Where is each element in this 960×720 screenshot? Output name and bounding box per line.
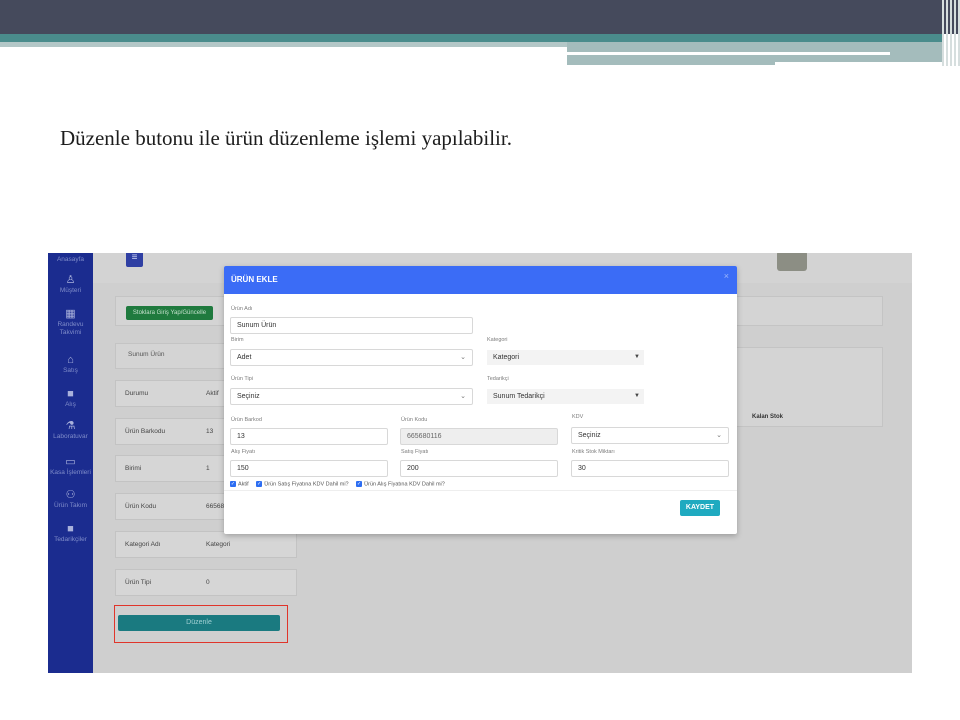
slide-header-band (0, 0, 960, 34)
info-card-urun-tipi: Ürün Tipi 0 (115, 569, 297, 596)
modal-title: ÜRÜN EKLE (231, 275, 278, 284)
product-name: Sunum Ürün (128, 351, 165, 358)
birim-label: Birim (231, 337, 244, 343)
slide-divider-line (567, 52, 890, 55)
basket-icon: ⌂ (67, 354, 74, 366)
sidebar-item-anasayfa[interactable]: Anasayfa (48, 256, 93, 264)
caret-down-icon: ▼ (634, 393, 640, 399)
stock-update-button[interactable]: Stoklara Giriş Yap/Güncelle (126, 306, 213, 320)
kdv-label: KDV (572, 414, 584, 420)
truck-icon: ■ (67, 523, 74, 535)
urun-adi-label: Ürün Adı (231, 306, 253, 312)
check-icon: ✓ (356, 481, 363, 487)
alis-kdv-checkbox[interactable]: ✓ Ürün Alış Fiyatına KDV Dahil mi? (356, 481, 445, 487)
avatar[interactable] (777, 253, 807, 271)
chevron-down-icon: ⌄ (460, 393, 466, 400)
close-icon[interactable]: × (724, 271, 729, 281)
urun-barkod-input[interactable]: 13 (230, 428, 388, 445)
tedarikci-select[interactable]: Sunum Tedarikçi ▼ (487, 389, 644, 404)
sidebar-item-satis[interactable]: ⌂ Satış (48, 354, 93, 375)
urun-tipi-label: Ürün Tipi (231, 376, 254, 382)
sidebar: Anasayfa ♙ Müşteri ▦ Randevu Takvimi ⌂ S… (48, 253, 93, 673)
cash-icon: ▭ (65, 456, 76, 468)
highlight-box (114, 605, 288, 643)
app-screenshot: Anasayfa ♙ Müşteri ▦ Randevu Takvimi ⌂ S… (48, 253, 912, 673)
sidebar-item-urun-takim[interactable]: ⚇ Ürün Takım (48, 489, 93, 510)
product-modal: ÜRÜN EKLE × Ürün Adı Sunum Ürün Birim Ad… (224, 266, 737, 534)
chevron-down-icon: ⌄ (460, 354, 466, 361)
urun-barkod-label: Ürün Barkod (231, 417, 262, 423)
slide-accent-bar (0, 34, 944, 42)
alis-fiyati-input[interactable]: 150 (230, 460, 388, 477)
chevron-down-icon: ⌄ (716, 432, 722, 439)
aktif-checkbox[interactable]: ✓ Aktif (230, 481, 249, 487)
check-icon: ✓ (230, 481, 236, 487)
slide-divider-line (775, 62, 944, 65)
urun-kodu-label: Ürün Kodu (401, 417, 428, 423)
truck-icon: ■ (67, 388, 74, 400)
kategori-select[interactable]: Kategori ▼ (487, 350, 644, 365)
birim-select[interactable]: Adet ⌄ (230, 349, 473, 366)
modal-divider (224, 490, 737, 491)
urun-tipi-select[interactable]: Seçiniz ⌄ (230, 388, 473, 405)
info-card-kategori: Kategori Adı Kategori (115, 531, 297, 558)
flask-icon: ⚗ (65, 420, 76, 432)
calendar-icon: ▦ (65, 308, 76, 320)
tedarikci-label: Tedarikçi (487, 376, 509, 382)
sidebar-item-alis[interactable]: ■ Alış (48, 388, 93, 409)
sidebar-item-kasa[interactable]: ▭ Kasa İşlemleri (48, 456, 93, 477)
slide-corner-stripes (930, 0, 960, 66)
user-icon: ♙ (65, 274, 76, 286)
save-button[interactable]: KAYDET (680, 500, 720, 516)
check-icon: ✓ (256, 481, 263, 487)
sidebar-item-randevu[interactable]: ▦ Randevu Takvimi (48, 308, 93, 337)
people-icon: ⚇ (65, 489, 76, 501)
satis-kdv-checkbox[interactable]: ✓ Ürün Satış Fiyatına KDV Dahil mi? (256, 481, 349, 487)
satis-fiyati-input[interactable]: 200 (400, 460, 558, 477)
sidebar-item-musteri[interactable]: ♙ Müşteri (48, 274, 93, 295)
kritik-stok-input[interactable]: 30 (571, 460, 729, 477)
kritik-stok-label: Kritik Stok Miktarı (572, 449, 615, 455)
kategori-label: Kategori (487, 337, 508, 343)
kdv-select[interactable]: Seçiniz ⌄ (571, 427, 729, 444)
hamburger-menu-icon[interactable]: ≡ (126, 253, 143, 267)
modal-header: ÜRÜN EKLE × (224, 266, 737, 294)
sidebar-item-laboratuvar[interactable]: ⚗ Laboratuvar (48, 420, 93, 441)
urun-adi-input[interactable]: Sunum Ürün (230, 317, 473, 334)
checkbox-row: ✓ Aktif ✓ Ürün Satış Fiyatına KDV Dahil mi… (230, 481, 451, 487)
urun-kodu-input: 665680116 (400, 428, 558, 445)
alis-fiyati-label: Alış Fiyatı (231, 449, 256, 455)
slide-caption: Düzenle butonu ile ürün düzenleme işlemi… (60, 126, 512, 150)
kalan-stok-header: Kalan Stok (752, 414, 784, 420)
sidebar-item-tedarikciler[interactable]: ■ Tedarikçiler (48, 523, 93, 544)
satis-fiyati-label: Satış Fiyatı (401, 449, 429, 455)
caret-down-icon: ▼ (634, 354, 640, 360)
